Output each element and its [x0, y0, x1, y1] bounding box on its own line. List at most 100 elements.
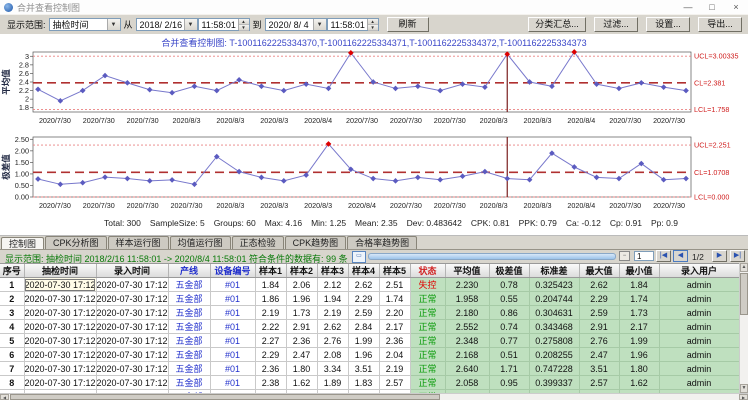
table-cell[interactable]: 2.51: [379, 278, 410, 292]
table-cell[interactable]: 0.399337: [529, 376, 579, 390]
table-cell[interactable]: 1.84: [619, 278, 659, 292]
table-cell[interactable]: 2.91: [579, 320, 619, 334]
tab-3[interactable]: 均值运行图: [170, 236, 231, 250]
table-row[interactable]: 72020-07-30 17:12:592020-07-30 17:12:59五…: [0, 362, 739, 376]
table-cell[interactable]: admin: [659, 348, 739, 362]
table-row[interactable]: 12020-07-30 17:12:572020-07-30 17:12:57五…: [0, 278, 739, 292]
to-time-spinner[interactable]: 11:58:01 ▲▼: [327, 18, 379, 31]
scroll-up-icon[interactable]: ▲: [740, 263, 748, 272]
table-cell[interactable]: 2020-07-30 17:12:58: [24, 348, 96, 362]
table-cell[interactable]: 五金部: [168, 278, 210, 292]
prev-page-button[interactable]: ◀: [673, 250, 688, 262]
table-cell[interactable]: 1.73: [286, 306, 317, 320]
table-cell[interactable]: 五金部: [168, 320, 210, 334]
column-header[interactable]: 样本3: [317, 264, 348, 278]
table-cell[interactable]: 失控: [410, 278, 445, 292]
table-cell[interactable]: 2.552: [445, 320, 489, 334]
table-cell[interactable]: 0.208255: [529, 348, 579, 362]
table-cell[interactable]: 4: [0, 320, 24, 334]
tab-1[interactable]: CPK分析图: [45, 236, 107, 250]
table-cell[interactable]: 2.59: [348, 306, 379, 320]
table-cell[interactable]: 2020-07-30 17:12:58: [24, 320, 96, 334]
table-cell[interactable]: 2.57: [579, 376, 619, 390]
table-cell[interactable]: 2.230: [445, 278, 489, 292]
tab-2[interactable]: 样本运行图: [108, 236, 169, 250]
close-button[interactable]: ×: [724, 0, 748, 14]
table-cell[interactable]: 1.99: [619, 334, 659, 348]
column-header[interactable]: 产线: [168, 264, 210, 278]
column-header[interactable]: 抽检时间: [24, 264, 96, 278]
table-cell[interactable]: 1.73: [619, 306, 659, 320]
horizontal-scroll-thumb[interactable]: [10, 394, 440, 400]
table-cell[interactable]: 2.38: [255, 376, 286, 390]
subtotal-button[interactable]: 分类汇总...: [528, 17, 586, 32]
table-cell[interactable]: 6: [0, 348, 24, 362]
table-cell[interactable]: 0.77: [489, 334, 529, 348]
table-cell[interactable]: #01: [210, 362, 255, 376]
column-header[interactable]: 最小值: [619, 264, 659, 278]
table-row[interactable]: 42020-07-30 17:12:582020-07-30 17:12:58五…: [0, 320, 739, 334]
column-header[interactable]: 标准差: [529, 264, 579, 278]
column-header[interactable]: 状态: [410, 264, 445, 278]
table-cell[interactable]: 8: [0, 376, 24, 390]
table-cell[interactable]: 1.71: [489, 362, 529, 376]
table-cell[interactable]: 2.27: [255, 334, 286, 348]
table-cell[interactable]: 1.62: [286, 376, 317, 390]
tab-5[interactable]: CPK趋势图: [285, 236, 347, 250]
table-cell[interactable]: 五金部: [168, 306, 210, 320]
column-header[interactable]: 录入用户: [659, 264, 739, 278]
tab-4[interactable]: 正态检验: [232, 236, 284, 250]
table-row[interactable]: 32020-07-30 17:12:582020-07-30 17:12:58五…: [0, 306, 739, 320]
table-cell[interactable]: 2.19: [255, 306, 286, 320]
table-cell[interactable]: 2.058: [445, 376, 489, 390]
table-cell[interactable]: 5: [0, 334, 24, 348]
table-cell[interactable]: 0.78: [489, 278, 529, 292]
table-cell[interactable]: 2020-07-30 17:12:59: [24, 362, 96, 376]
table-cell[interactable]: 2020-07-30 17:12:57: [96, 278, 168, 292]
table-cell[interactable]: 2.08: [317, 348, 348, 362]
table-cell[interactable]: 五金部: [168, 292, 210, 306]
table-cell[interactable]: 1.94: [317, 292, 348, 306]
settings-button[interactable]: 设置...: [646, 17, 690, 32]
scroll-left-icon[interactable]: ◀: [0, 394, 9, 400]
column-header[interactable]: 样本1: [255, 264, 286, 278]
table-cell[interactable]: 1.74: [379, 292, 410, 306]
table-cell[interactable]: 0.86: [489, 306, 529, 320]
table-cell[interactable]: 1.89: [317, 376, 348, 390]
table-cell[interactable]: 2020-07-30 17:12:58: [96, 320, 168, 334]
table-cell[interactable]: 五金部: [168, 348, 210, 362]
column-header[interactable]: 样本2: [286, 264, 317, 278]
range-type-select[interactable]: 抽检时间 ▼: [49, 18, 121, 31]
table-cell[interactable]: 2.62: [317, 320, 348, 334]
table-row[interactable]: 52020-07-30 17:12:582020-07-30 17:12:58五…: [0, 334, 739, 348]
table-cell[interactable]: 2.47: [579, 348, 619, 362]
table-cell[interactable]: 2020-07-30 17:12:57: [24, 292, 96, 306]
table-cell[interactable]: 正常: [410, 362, 445, 376]
table-cell[interactable]: 1.74: [619, 292, 659, 306]
table-cell[interactable]: 2.640: [445, 362, 489, 376]
table-cell[interactable]: 正常: [410, 348, 445, 362]
column-header[interactable]: 录入时间: [96, 264, 168, 278]
table-cell[interactable]: 2020-07-30 17:12:59: [96, 362, 168, 376]
table-cell[interactable]: 1.80: [286, 362, 317, 376]
table-cell[interactable]: 0.74: [489, 320, 529, 334]
table-cell[interactable]: 2.36: [379, 334, 410, 348]
spinner-arrows-icon[interactable]: ▲▼: [238, 19, 249, 30]
table-cell[interactable]: 0.343468: [529, 320, 579, 334]
column-header[interactable]: 序号: [0, 264, 24, 278]
table-cell[interactable]: 1.99: [348, 334, 379, 348]
chevron-down-icon[interactable]: ▼: [184, 19, 197, 30]
table-row[interactable]: 82020-07-30 17:12:592020-07-30 17:12:59五…: [0, 376, 739, 390]
table-cell[interactable]: 2020-07-30 17:12:58: [96, 306, 168, 320]
zoom-slider[interactable]: [368, 253, 616, 260]
table-cell[interactable]: 0.55: [489, 292, 529, 306]
slider-thumb[interactable]: −: [619, 251, 630, 261]
table-cell[interactable]: #01: [210, 278, 255, 292]
column-header[interactable]: 极差值: [489, 264, 529, 278]
table-cell[interactable]: 2.20: [379, 306, 410, 320]
table-cell[interactable]: 1.96: [286, 292, 317, 306]
filter-button[interactable]: 过滤...: [594, 17, 638, 32]
table-cell[interactable]: 0.747228: [529, 362, 579, 376]
table-cell[interactable]: 2.59: [579, 306, 619, 320]
table-cell[interactable]: 2020-07-30 17:12:57: [96, 292, 168, 306]
